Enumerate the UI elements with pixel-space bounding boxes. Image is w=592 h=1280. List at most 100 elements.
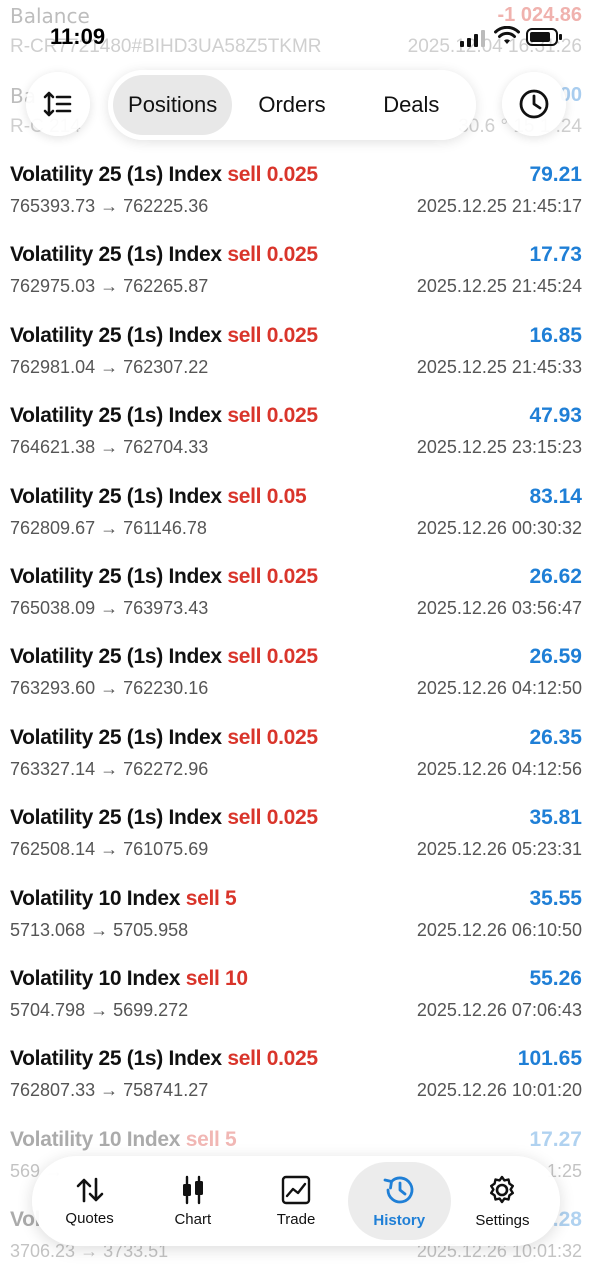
deal-row[interactable]: Volatility 25 (1s) Index sell 0.025 47.93…: [0, 396, 592, 476]
deal-profit: 17.27: [529, 1127, 582, 1151]
deal-arrow: →: [100, 597, 119, 618]
deal-close-price: 762307.22: [123, 356, 209, 377]
tab-settings[interactable]: Settings: [451, 1162, 554, 1240]
deal-prices: 5704.798 → 5699.272: [10, 1000, 188, 1021]
period-button[interactable]: [502, 72, 566, 136]
deal-side: sell 0.05: [227, 484, 307, 508]
deal-row[interactable]: Volatility 10 Index sell 10 55.26 5704.798…: [0, 959, 592, 1039]
status-bar: 11:09: [0, 22, 592, 58]
deal-arrow: →: [100, 678, 119, 699]
deal-symbol: Volatility 25 (1s) Index sell 0.025: [10, 404, 318, 428]
deal-arrow: →: [100, 517, 119, 538]
sort-icon: [43, 91, 72, 117]
deal-symbol-name: Volatility 25 (1s) Index: [10, 404, 222, 428]
deal-row[interactable]: Volatility 25 (1s) Index sell 0.025 35.81…: [0, 798, 592, 878]
tab-settings-label: Settings: [475, 1211, 530, 1229]
deal-profit: 35.55: [529, 886, 582, 910]
deal-profit: 16.85: [529, 323, 582, 347]
deal-arrow: →: [100, 1080, 119, 1101]
deal-close-price: 758741.27: [123, 1080, 209, 1101]
deal-symbol: Volatility 10 Index sell 5: [10, 887, 237, 911]
history-clock-icon: [383, 1176, 414, 1203]
deal-side: sell 0.025: [227, 806, 318, 830]
clock-icon: [519, 89, 549, 119]
deal-open-price: 762809.67: [10, 517, 96, 538]
deal-profit: 83.14: [529, 484, 582, 508]
deal-symbol: Volatility 25 (1s) Index sell 0.025: [10, 726, 318, 750]
sort-button[interactable]: [26, 72, 90, 136]
tab-quotes-label: Quotes: [65, 1209, 114, 1227]
tab-chart[interactable]: Chart: [141, 1162, 244, 1240]
deal-arrow: →: [90, 999, 109, 1020]
deal-time: 2025.12.25 23:15:23: [416, 437, 582, 458]
deal-close-price: 762225.36: [123, 196, 209, 216]
tab-chart-label: Chart: [174, 1210, 212, 1228]
deal-open-price: 762975.03: [10, 276, 96, 297]
tab-orders[interactable]: Orders: [232, 75, 351, 135]
gear-icon: [490, 1175, 515, 1203]
deal-side: sell 5: [185, 1127, 237, 1151]
deal-symbol-name: Volatility 10 Index: [10, 1127, 181, 1151]
tab-history-label: History: [373, 1211, 426, 1229]
deal-symbol: Volatility 25 (1s) Index sell 0.025: [10, 163, 318, 187]
deal-time: 2025.12.25 21:45:24: [416, 276, 582, 297]
deal-row[interactable]: Volatility 25 (1s) Index sell 0.025 26.35…: [0, 718, 592, 798]
tab-positions[interactable]: Positions: [113, 75, 233, 135]
deal-time: 2025.12.26 06:10:50: [416, 919, 582, 940]
deal-row[interactable]: Volatility 10 Index sell 5 35.55 5713.068 …: [0, 879, 592, 959]
tab-history[interactable]: History: [347, 1162, 451, 1240]
deal-open-price: 5704.798: [10, 999, 86, 1020]
deal-row[interactable]: Volatility 25 (1s) Index sell 0.025 26.62…: [0, 557, 592, 637]
deal-close-price: 5699.272: [113, 999, 189, 1020]
deal-open-price: 5713.068: [10, 919, 86, 940]
deal-profit: 55.26: [529, 966, 582, 990]
deal-row[interactable]: Volatility 25 (1s) Index sell 0.025 79.21…: [0, 155, 592, 235]
deal-close-price: 761146.78: [123, 517, 207, 538]
deal-open-price: 762981.04: [10, 356, 96, 377]
deal-arrow: →: [100, 196, 119, 216]
tab-trade-label: Trade: [276, 1210, 316, 1228]
candlestick-icon: [182, 1175, 203, 1204]
deal-time: 2025.12.25 21:45:17: [416, 196, 582, 216]
cellular-signal-icon: [460, 30, 485, 47]
deal-close-price: 762265.87: [123, 276, 209, 297]
status-clock: 11:09: [50, 24, 106, 49]
deal-row[interactable]: Volatility 25 (1s) Index sell 0.025 101.6…: [0, 1039, 592, 1119]
wifi-icon: [494, 26, 520, 44]
tab-deals[interactable]: Deals: [352, 75, 471, 135]
deal-prices: 762807.33 → 758741.27: [10, 1080, 208, 1101]
deal-row[interactable]: Volatility 25 (1s) Index sell 0.05 83.14 7…: [0, 477, 592, 557]
deal-open-price: 765393.73: [10, 196, 96, 216]
bottom-tab-bar: Quotes Chart Trade History Settings: [32, 1156, 560, 1246]
deal-row[interactable]: Volatility 25 (1s) Index sell 0.025 17.73…: [0, 235, 592, 315]
deal-prices: 763293.60 → 762230.16: [10, 678, 208, 699]
deal-symbol-name: Volatility 25 (1s) Index: [10, 725, 222, 749]
deal-row[interactable]: Volatility 25 (1s) Index sell 0.025 26.59…: [0, 637, 592, 717]
deal-close-price: 763973.43: [123, 597, 209, 618]
deal-arrow: →: [100, 356, 119, 377]
deal-time: 2025.12.26 05:23:31: [416, 839, 582, 860]
tab-quotes[interactable]: Quotes: [38, 1162, 141, 1240]
deal-close-price: 5705.958: [113, 919, 189, 940]
quotes-arrows-icon: [76, 1177, 103, 1202]
deal-profit: 26.62: [529, 564, 582, 588]
deal-time: 2025.12.25 21:45:33: [416, 356, 582, 377]
deal-time: 2025.12.26 07:06:43: [416, 999, 582, 1020]
deals-list: Volatility 25 (1s) Index sell 0.025 79.21…: [0, 155, 592, 1280]
deal-row[interactable]: Volatility 25 (1s) Index sell 0.025 16.85…: [0, 316, 592, 396]
deal-side: sell 0.025: [227, 645, 318, 669]
deal-time: 2025.12.26 04:12:50: [416, 678, 582, 699]
deal-side: sell 0.025: [227, 163, 318, 186]
deal-profit: 35.81: [529, 806, 582, 830]
deal-symbol: Volatility 25 (1s) Index sell 0.025: [10, 565, 318, 589]
deal-profit: 47.93: [529, 404, 582, 428]
deal-symbol-name: Volatility 25 (1s) Index: [10, 323, 222, 347]
battery-icon: [526, 28, 562, 46]
deal-open-price: 762807.33: [10, 1080, 96, 1101]
deal-symbol: Volatility 25 (1s) Index sell 0.025: [10, 806, 318, 830]
deal-symbol-name: Volatility 25 (1s) Index: [10, 243, 222, 267]
tab-trade[interactable]: Trade: [244, 1162, 347, 1240]
deal-profit: 26.35: [529, 725, 582, 749]
deal-symbol-name: Volatility 10 Index: [10, 966, 181, 990]
deal-time: 2025.12.26 10:01:20: [416, 1080, 582, 1101]
